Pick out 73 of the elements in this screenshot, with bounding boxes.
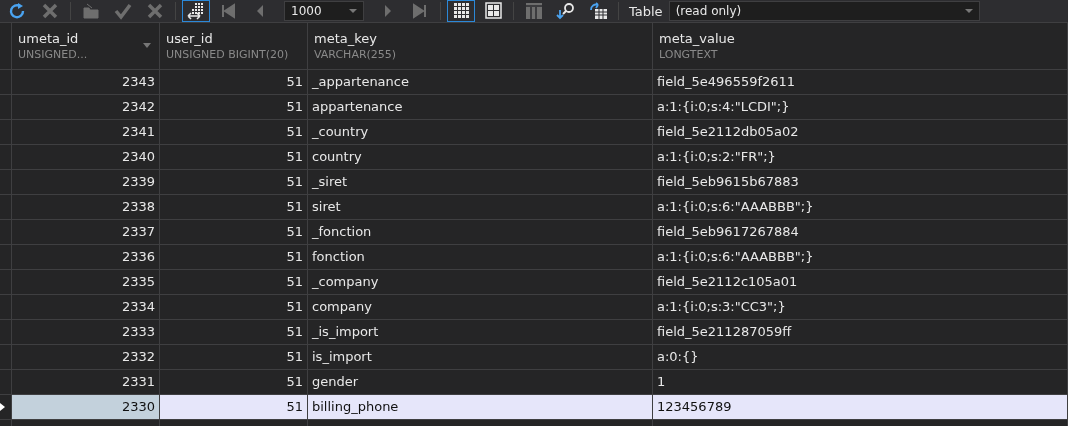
grid-icon bbox=[451, 2, 471, 20]
table-cell: _siret bbox=[308, 170, 653, 194]
table-cell: 2338 bbox=[12, 195, 160, 219]
folder-icon bbox=[81, 2, 101, 20]
cross-icon bbox=[145, 2, 165, 20]
table-cell: 51 bbox=[160, 95, 308, 119]
table-label: Table bbox=[628, 3, 664, 19]
table-cell: 2334 bbox=[12, 295, 160, 319]
table-cell: 2341 bbox=[12, 120, 160, 144]
table-cell: a:1:{i:0;s:4:"LCDI";} bbox=[653, 95, 1068, 119]
table-cell: _company bbox=[308, 270, 653, 294]
column-header[interactable]: user_id UNSIGNED BIGINT(20) bbox=[160, 23, 308, 69]
table-cell: 2337 bbox=[12, 220, 160, 244]
table-cell: 51 bbox=[160, 295, 308, 319]
table-cell: 1 bbox=[653, 370, 1068, 394]
table-cell: field_5e496559f2611 bbox=[653, 70, 1068, 94]
table-cell: 123456789 bbox=[653, 395, 1068, 419]
table-cell: fonction bbox=[308, 245, 653, 269]
table-cell: a:1:{i:0;s:3:"CC3";} bbox=[653, 295, 1068, 319]
table-cell: company bbox=[308, 295, 653, 319]
table-cell: billing_phone bbox=[308, 395, 653, 419]
column-header[interactable]: meta_key VARCHAR(255) bbox=[308, 23, 653, 69]
grid-arrows-button[interactable] bbox=[182, 0, 210, 22]
table-cell: field_5e2112db05a02 bbox=[653, 120, 1068, 144]
table-cell: 2343 bbox=[12, 70, 160, 94]
table-cell: 51 bbox=[160, 370, 308, 394]
table-cell: field_5e211287059ff bbox=[653, 320, 1068, 344]
row-limit-dropdown[interactable]: 1000 bbox=[284, 1, 364, 21]
table-cell: 51 bbox=[160, 345, 308, 369]
checkmark-icon bbox=[113, 2, 133, 20]
table-cell: is_import bbox=[308, 345, 653, 369]
table-cell: 2332 bbox=[12, 345, 160, 369]
table-cell: a:1:{i:0;s:6:"AAABBB";} bbox=[653, 195, 1068, 219]
table-dropdown[interactable]: (read only) bbox=[668, 1, 980, 21]
table-cell: 2342 bbox=[12, 95, 160, 119]
table-cell: gender bbox=[308, 370, 653, 394]
table-cell: 2335 bbox=[12, 270, 160, 294]
table-cell: 51 bbox=[160, 320, 308, 344]
table-cell: 51 bbox=[160, 395, 308, 419]
table-cell: 2333 bbox=[12, 320, 160, 344]
table-cell: 51 bbox=[160, 120, 308, 144]
table-cell: 51 bbox=[160, 245, 308, 269]
table-cell: 2330 bbox=[12, 395, 160, 419]
table-cell: country bbox=[308, 145, 653, 169]
column-header[interactable]: meta_value LONGTEXT bbox=[653, 23, 1068, 69]
table-cell: 51 bbox=[160, 70, 308, 94]
table-cell: _country bbox=[308, 120, 653, 144]
table-cell: 51 bbox=[160, 270, 308, 294]
cross-icon bbox=[40, 2, 60, 20]
table-cell: 51 bbox=[160, 170, 308, 194]
table-cell: a:1:{i:0;s:2:"FR";} bbox=[653, 145, 1068, 169]
table-cell: a:1:{i:0;s:6:"AAABBB";} bbox=[653, 245, 1068, 269]
table-cell: _is_import bbox=[308, 320, 653, 344]
table-cell: 2331 bbox=[12, 370, 160, 394]
table-cell: 2339 bbox=[12, 170, 160, 194]
table-cell: a:0:{} bbox=[653, 345, 1068, 369]
table-cell: _appartenance bbox=[308, 70, 653, 94]
grid-button[interactable] bbox=[447, 0, 475, 22]
table-cell: field_5eb9615b67883 bbox=[653, 170, 1068, 194]
table-cell: 2340 bbox=[12, 145, 160, 169]
table-cell: 2336 bbox=[12, 245, 160, 269]
table-cell: siret bbox=[308, 195, 653, 219]
table-cell: 51 bbox=[160, 195, 308, 219]
column-header[interactable]: umeta_id UNSIGNED... bbox=[12, 23, 160, 69]
table-cell: 51 bbox=[160, 145, 308, 169]
table-cell: field_5e2112c105a01 bbox=[653, 270, 1068, 294]
table-cell: appartenance bbox=[308, 95, 653, 119]
table-cell: 51 bbox=[160, 220, 308, 244]
form-icon bbox=[483, 2, 503, 20]
table-cell: _fonction bbox=[308, 220, 653, 244]
table-cell: field_5eb9617267884 bbox=[653, 220, 1068, 244]
search-icon bbox=[556, 2, 576, 20]
grid-arrows-icon bbox=[186, 2, 206, 20]
